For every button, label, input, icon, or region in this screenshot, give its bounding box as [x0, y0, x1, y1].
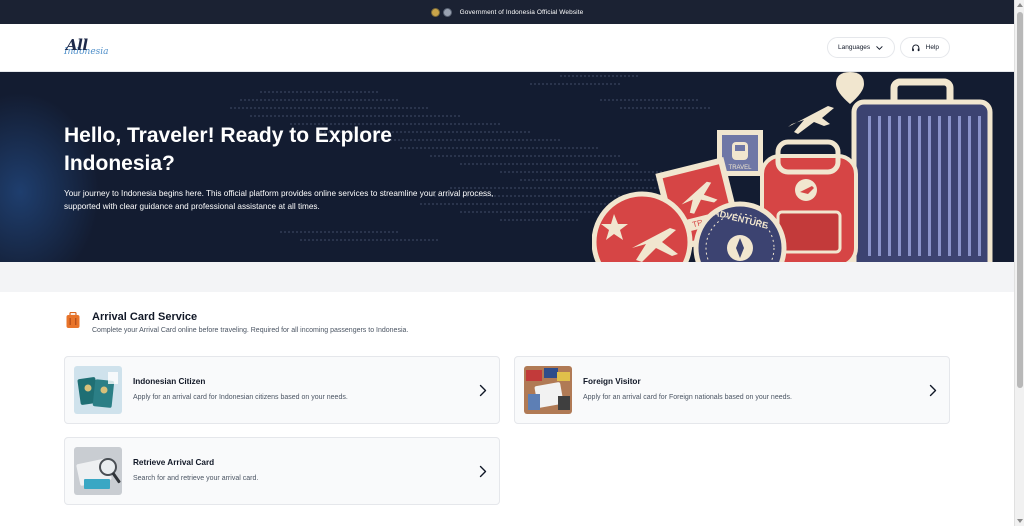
scroll-up-arrow-icon[interactable]: [1017, 3, 1023, 7]
site-header: Indonesia All Languages Help: [0, 24, 1014, 72]
luggage-icon: [66, 312, 80, 328]
page-scrollbar[interactable]: [1014, 0, 1024, 526]
logo-primary-text: All: [66, 36, 88, 54]
section-title: Arrival Card Service: [92, 311, 198, 323]
magnifier-image: [74, 447, 122, 495]
svg-text:TRAVEL: TRAVEL: [729, 165, 753, 171]
retrieve-arrival-card-card[interactable]: Retrieve Arrival Card Search for and ret…: [64, 437, 500, 505]
help-button[interactable]: Help: [900, 37, 950, 58]
indonesian-citizen-card[interactable]: Indonesian Citizen Apply for an arrival …: [64, 356, 500, 424]
card-description: Search for and retrieve your arrival car…: [133, 475, 259, 482]
location-pin-icon: [836, 72, 864, 104]
hero-description: Your journey to Indonesia begins here. T…: [64, 189, 494, 211]
card-title: Retrieve Arrival Card: [133, 458, 215, 467]
card-title: Foreign Visitor: [583, 377, 641, 386]
gov-emblems: [430, 7, 452, 17]
chevron-right-icon: [479, 465, 487, 478]
ministry-emblem-icon: [442, 7, 452, 17]
all-indonesia-logo[interactable]: Indonesia All: [64, 35, 124, 61]
hero-banner: Hello, Traveler! Ready to Explore Indone…: [0, 72, 1014, 262]
chevron-right-icon: [479, 384, 487, 397]
card-description: Apply for an arrival card for Indonesian…: [133, 394, 348, 401]
languages-label: Languages: [838, 44, 871, 51]
passport-image: [74, 366, 122, 414]
garuda-emblem-icon: [430, 7, 440, 17]
chevron-right-icon: [929, 384, 937, 397]
gov-banner: Government of Indonesia Official Website: [0, 0, 1014, 24]
airplane-icon: [788, 106, 834, 134]
card-title: Indonesian Citizen: [133, 377, 206, 386]
scrollbar-thumb[interactable]: [1017, 12, 1023, 388]
help-label: Help: [925, 44, 939, 51]
travel-illustration: TRAVEL TRAVEL ADVENTURE: [592, 72, 993, 262]
hero-title: Hello, Traveler! Ready to Explore Indone…: [64, 124, 392, 175]
chevron-down-icon: [876, 45, 883, 50]
traveler-image: [524, 366, 572, 414]
scroll-down-arrow-icon[interactable]: [1017, 519, 1023, 523]
foreign-visitor-card[interactable]: Foreign Visitor Apply for an arrival car…: [514, 356, 950, 424]
section-subtitle: Complete your Arrival Card online before…: [92, 327, 409, 334]
headset-icon: [912, 44, 920, 51]
gov-banner-text: Government of Indonesia Official Website: [459, 8, 584, 16]
page: Government of Indonesia Official Website…: [0, 0, 1024, 526]
languages-button[interactable]: Languages: [827, 37, 895, 58]
card-description: Apply for an arrival card for Foreign na…: [583, 394, 792, 401]
